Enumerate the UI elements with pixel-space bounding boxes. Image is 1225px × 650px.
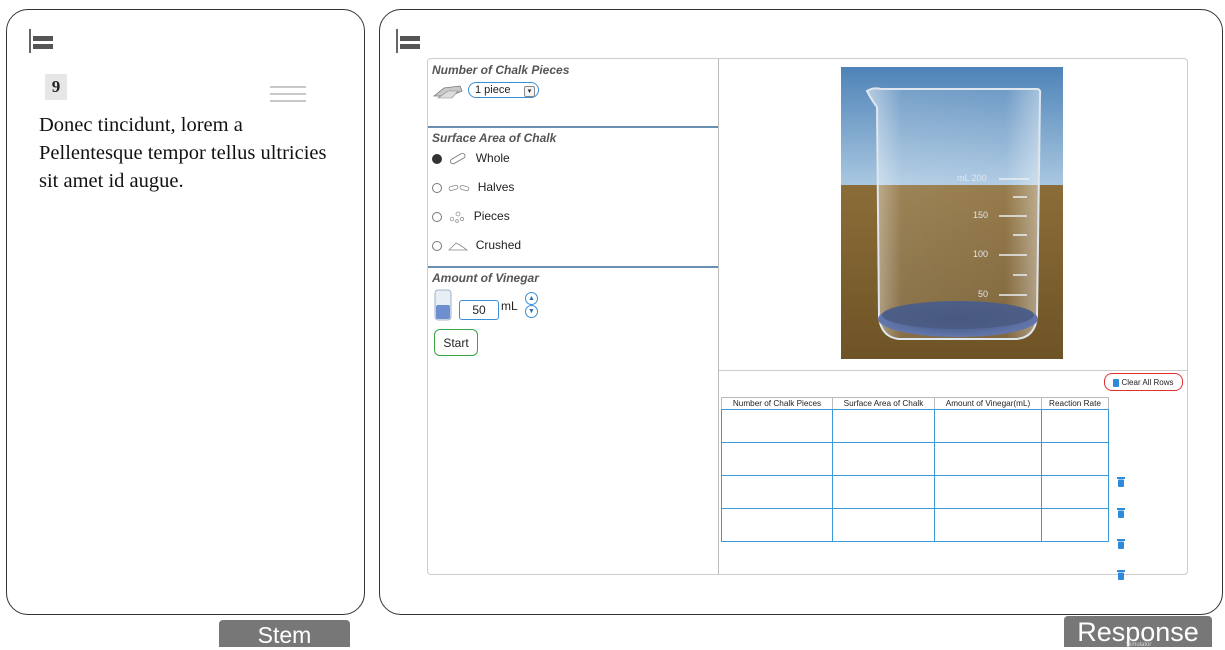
increment-button[interactable]: ▲ xyxy=(525,292,538,305)
table-row xyxy=(721,442,1109,476)
vinegar-bottle-icon xyxy=(434,289,452,321)
column-header: Surface Area of Chalk xyxy=(832,397,935,410)
radio-crushed[interactable]: Crushed xyxy=(432,237,521,253)
clear-all-rows-button[interactable]: Clear All Rows xyxy=(1104,373,1183,391)
radio-label: Pieces xyxy=(473,209,510,223)
table-cell xyxy=(721,442,833,476)
vinegar-input[interactable]: 50 xyxy=(459,300,499,320)
mark-200: mL 200 xyxy=(957,173,987,183)
align-left-icon[interactable] xyxy=(29,29,53,53)
mark-100: 100 xyxy=(973,249,988,259)
vinegar-title: Amount of Vinegar xyxy=(432,271,539,285)
delete-row-icon[interactable] xyxy=(1117,570,1125,580)
response-tab-sublabel: Simulator xyxy=(1126,642,1152,648)
vinegar-unit: mL xyxy=(501,299,518,313)
chalk-pieces-section: Number of Chalk Pieces 1 piece ▾ xyxy=(428,59,718,128)
column-header: Number of Chalk Pieces xyxy=(721,397,833,410)
table-cell xyxy=(934,475,1042,509)
surface-area-section: Surface Area of Chalk Whole Halves Piece… xyxy=(428,128,718,268)
radio-label: Whole xyxy=(475,151,510,165)
radio-button[interactable] xyxy=(432,153,442,164)
chalk-pieces-select[interactable]: 1 piece ▾ xyxy=(468,82,539,98)
mark-150: 150 xyxy=(973,210,988,220)
controls-pane: Number of Chalk Pieces 1 piece ▾ Surface… xyxy=(428,59,719,574)
table-cell xyxy=(832,475,935,509)
menu-icon[interactable] xyxy=(270,84,306,106)
table-cell xyxy=(832,508,935,542)
start-button[interactable]: Start xyxy=(434,329,478,356)
table-pane: Clear All Rows Number of Chalk Pieces Su… xyxy=(719,371,1187,580)
radio-label: Halves xyxy=(477,180,515,194)
mark-50: 50 xyxy=(978,289,988,299)
beaker-scene: mL 200 150 100 50 xyxy=(841,67,1063,359)
radio-pieces[interactable]: Pieces xyxy=(432,208,510,224)
radio-button[interactable] xyxy=(432,240,442,251)
response-tab[interactable]: Response Simulator xyxy=(1064,616,1212,648)
table-cell xyxy=(832,442,935,476)
table-cell xyxy=(721,409,833,443)
halves-chalk-icon xyxy=(449,184,470,192)
table-cell xyxy=(1041,508,1109,542)
column-header: Amount of Vinegar(mL) xyxy=(934,397,1042,410)
table-cell xyxy=(832,409,935,443)
decrement-button[interactable]: ▼ xyxy=(525,305,538,318)
radio-halves[interactable]: Halves xyxy=(432,179,514,195)
beaker-pane: mL 200 150 100 50 xyxy=(719,59,1187,371)
delete-row-icon[interactable] xyxy=(1117,508,1125,518)
align-left-icon[interactable] xyxy=(396,29,420,53)
delete-row-icon[interactable] xyxy=(1117,539,1125,549)
surface-area-title: Surface Area of Chalk xyxy=(432,131,557,145)
chevron-down-icon: ▾ xyxy=(524,86,535,97)
table-row xyxy=(721,508,1109,542)
radio-button[interactable] xyxy=(432,182,442,193)
stem-panel: 9 Donec tincidunt, lorem a Pellentesque … xyxy=(6,9,365,615)
table-cell xyxy=(721,475,833,509)
table-cell xyxy=(934,508,1042,542)
chalk-pieces-icon xyxy=(432,85,463,99)
pieces-chalk-icon xyxy=(450,211,465,223)
stem-text: Donec tincidunt, lorem a Pellentesque te… xyxy=(39,114,327,192)
crushed-chalk-icon xyxy=(448,242,469,251)
question-number: 9 xyxy=(45,74,67,100)
table-row xyxy=(721,409,1109,443)
column-header: Reaction Rate xyxy=(1041,397,1109,410)
table-cell xyxy=(1041,442,1109,476)
table-cell xyxy=(934,409,1042,443)
chalk-pieces-value: 1 piece xyxy=(475,84,511,96)
delete-row-icon[interactable] xyxy=(1117,477,1125,487)
stem-tab[interactable]: Stem xyxy=(219,620,350,648)
radio-label: Crushed xyxy=(475,238,522,252)
table-cell xyxy=(1041,409,1109,443)
radio-whole[interactable]: Whole xyxy=(432,150,510,166)
whole-chalk-icon xyxy=(450,152,466,165)
chalk-pieces-title: Number of Chalk Pieces xyxy=(432,63,570,77)
clear-all-rows-label: Clear All Rows xyxy=(1121,378,1174,387)
simulator: Number of Chalk Pieces 1 piece ▾ Surface… xyxy=(427,58,1188,580)
table-cell xyxy=(1041,475,1109,509)
trash-icon xyxy=(1113,378,1120,387)
radio-button[interactable] xyxy=(432,211,442,222)
table-header-row: Number of Chalk Pieces Surface Area of C… xyxy=(721,397,1109,410)
table-row xyxy=(721,475,1109,509)
table-cell xyxy=(934,442,1042,476)
table-cell xyxy=(721,508,833,542)
results-table: Number of Chalk Pieces Surface Area of C… xyxy=(721,397,1109,542)
